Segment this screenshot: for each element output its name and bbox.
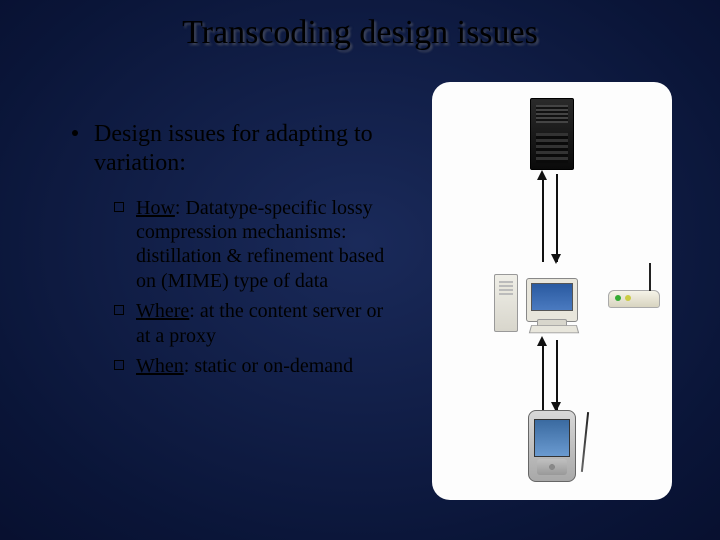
sub-bullet-how: How: Datatype-specific lossy compression… bbox=[114, 196, 402, 294]
desktop-computer-icon bbox=[492, 262, 612, 332]
slide-title: Transcoding design issues bbox=[0, 14, 720, 52]
sub-lead: Where bbox=[136, 300, 189, 322]
sub-rest: : static or on-demand bbox=[184, 355, 353, 377]
wireless-router-icon bbox=[608, 290, 660, 308]
arrow-up-icon bbox=[537, 170, 547, 180]
connection-line bbox=[542, 340, 544, 410]
bullet-dot-icon bbox=[72, 130, 78, 136]
content-area: Design issues for adapting to variation:… bbox=[72, 120, 402, 384]
sub-bullet-when: When: static or on-demand bbox=[114, 354, 402, 378]
hollow-square-icon bbox=[114, 202, 124, 212]
hollow-square-icon bbox=[114, 305, 124, 315]
sub-bullet-where: Where: at the content server or at a pro… bbox=[114, 299, 402, 348]
sub-lead: When bbox=[136, 355, 184, 377]
pc-tower-icon bbox=[494, 274, 518, 332]
main-bullet: Design issues for adapting to variation: bbox=[72, 120, 402, 178]
sub-lead: How bbox=[136, 197, 175, 219]
arrow-up-icon bbox=[537, 336, 547, 346]
hollow-square-icon bbox=[114, 360, 124, 370]
connection-line bbox=[556, 340, 558, 410]
diagram-panel bbox=[432, 82, 672, 500]
monitor-icon bbox=[526, 278, 578, 322]
sub-bullet-list: How: Datatype-specific lossy compression… bbox=[114, 196, 402, 379]
stylus-icon bbox=[581, 412, 589, 472]
pda-handheld-icon bbox=[528, 410, 576, 482]
connection-line bbox=[542, 174, 544, 262]
keyboard-icon bbox=[529, 325, 579, 333]
server-icon bbox=[530, 98, 574, 170]
connection-line bbox=[556, 174, 558, 262]
main-bullet-text: Design issues for adapting to variation: bbox=[94, 121, 373, 176]
